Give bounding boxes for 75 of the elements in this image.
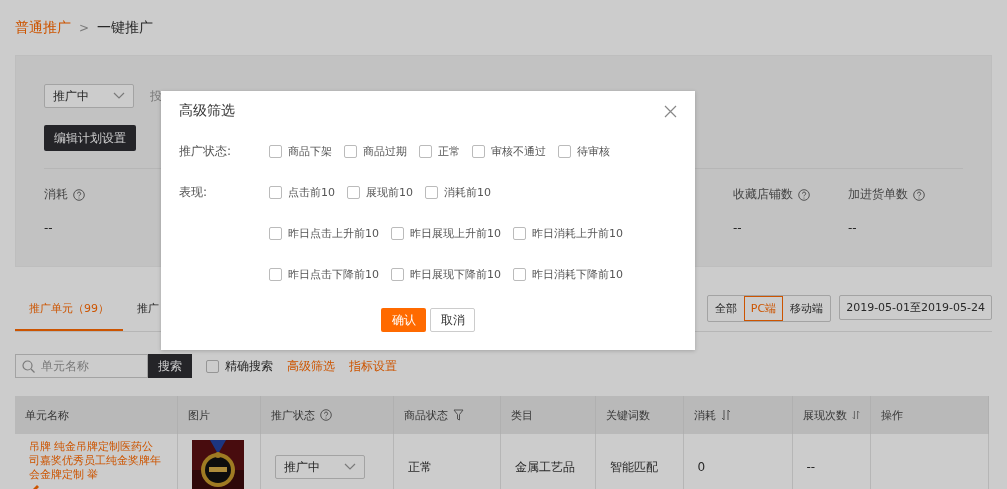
search-button[interactable]: 搜索	[148, 354, 192, 378]
close-button[interactable]	[664, 104, 677, 118]
device-option[interactable]: 全部	[707, 296, 744, 321]
stat-value: --	[44, 221, 54, 235]
chevron-icon	[113, 92, 125, 100]
column-header: 消耗	[693, 407, 716, 423]
checkbox-label: 审核不通过	[491, 144, 546, 159]
plan-label: 投	[150, 87, 162, 105]
filter-icon[interactable]	[452, 409, 464, 421]
stat-label: 消耗	[44, 186, 68, 203]
checkbox-label: 昨日点击下降前10	[288, 267, 379, 282]
help-icon	[73, 188, 85, 201]
checkbox-label: 待审核	[577, 144, 610, 159]
sort-icon[interactable]	[851, 409, 860, 421]
filter-label: 表现:	[179, 185, 209, 201]
checkbox-label: 点击前10	[288, 185, 335, 200]
column-header: 商品状态	[403, 407, 448, 423]
checkbox-label: 正常	[438, 144, 460, 159]
stat-value: --	[848, 221, 858, 235]
chevron-icon	[343, 463, 356, 471]
checkbox[interactable]	[269, 186, 282, 199]
stat-label: 加进货单数	[848, 186, 908, 203]
device-option[interactable]: 移动端	[783, 296, 831, 321]
help-icon	[319, 409, 332, 421]
checkbox-label: 消耗前10	[444, 185, 491, 200]
status-select[interactable]: 推广中	[44, 84, 134, 108]
stat-value: --	[733, 221, 743, 235]
table-cell: 智能匹配	[609, 459, 658, 474]
table-cell: 金属工艺品	[514, 459, 575, 474]
checkbox[interactable]	[419, 145, 432, 158]
checkbox-label: 精确搜索	[225, 357, 273, 375]
table-cell: --	[806, 460, 816, 474]
table-cell: 正常	[407, 459, 432, 474]
sort-icon[interactable]	[720, 409, 731, 421]
column-header: 推广状态	[270, 407, 315, 423]
checkbox[interactable]	[347, 186, 360, 199]
checkbox-label: 昨日展现下降前10	[410, 267, 501, 282]
checkbox-label: 昨日消耗下降前10	[532, 267, 623, 282]
checkbox-label: 昨日展现上升前10	[410, 226, 501, 241]
status-select[interactable]: 推广中	[274, 455, 365, 479]
checkbox[interactable]	[425, 186, 438, 199]
column-header: 类目	[510, 407, 533, 423]
filter-label: 推广状态:	[179, 144, 233, 159]
checkbox[interactable]	[206, 359, 219, 373]
column-header: 图片	[187, 407, 210, 423]
checkbox[interactable]	[391, 268, 404, 281]
checkbox-label: 昨日消耗上升前10	[532, 226, 623, 241]
help-icon	[798, 188, 810, 201]
checkbox[interactable]	[513, 227, 526, 240]
breadcrumb-current: 一键推广	[97, 19, 154, 37]
checkbox[interactable]	[391, 227, 404, 240]
column-header: 单元名称	[25, 407, 69, 423]
checkbox[interactable]	[269, 145, 282, 158]
column-header: 操作	[880, 407, 903, 423]
checkbox[interactable]	[513, 268, 526, 281]
checkbox-label: 商品下架	[288, 144, 332, 159]
checkbox-label: 昨日点击上升前10	[288, 226, 379, 241]
checkbox[interactable]	[558, 145, 571, 158]
checkbox-label: 展现前10	[366, 185, 413, 200]
column-header: 关键词数	[605, 407, 650, 423]
checkbox[interactable]	[269, 268, 282, 281]
search-icon	[22, 359, 35, 373]
edit-plan-button[interactable]: 编辑计划设置	[44, 125, 136, 151]
column-header: 展现次数	[802, 407, 847, 423]
checkbox[interactable]	[269, 227, 282, 240]
date-range-picker[interactable]: 2019-05-01至2019-05-24	[839, 295, 992, 320]
checkbox-label: 商品过期	[363, 144, 407, 159]
checkbox[interactable]	[472, 145, 485, 158]
breadcrumb-separator: >	[79, 21, 90, 35]
dialog-title: 高级筛选	[179, 102, 235, 120]
help-icon	[913, 188, 925, 201]
stat-label: 收藏店铺数	[733, 186, 793, 203]
table-cell: 0	[697, 460, 706, 474]
checkbox[interactable]	[344, 145, 357, 158]
cancel-button[interactable]: 取消	[430, 308, 475, 332]
